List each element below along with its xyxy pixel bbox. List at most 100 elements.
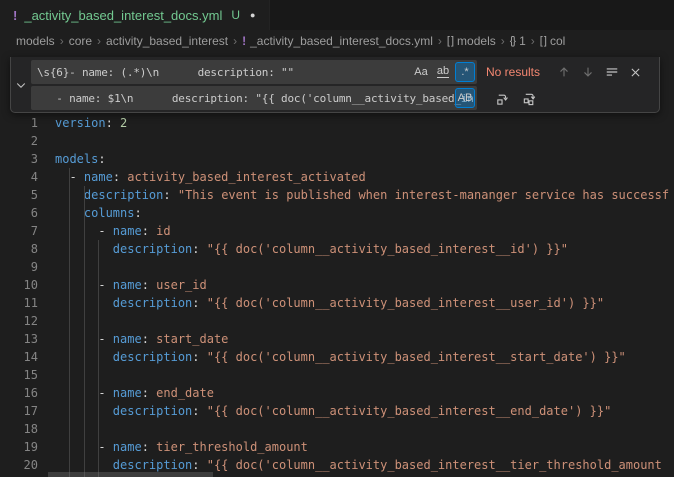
breadcrumb-item[interactable]: [ ] col	[540, 34, 566, 48]
symbol-array-icon: [ ]	[447, 35, 453, 47]
editor[interactable]: 1version: 223models:4 - name: activity_b…	[0, 52, 674, 477]
code-line[interactable]: 5 description: "This event is published …	[0, 186, 674, 204]
line-content: - name: activity_based_interest_activate…	[38, 168, 366, 186]
breadcrumb-item[interactable]: [ ] models	[447, 34, 496, 48]
whole-word-button[interactable]: ab	[433, 62, 453, 82]
line-number: 16	[0, 384, 38, 402]
tab-filename: _activity_based_interest_docs.yml	[24, 8, 222, 23]
code-line[interactable]: 15	[0, 366, 674, 384]
breadcrumb-separator: ›	[97, 34, 101, 48]
line-content: description: "This event is published wh…	[38, 186, 669, 204]
find-replace-widget: \s{6}- name: (.*)\n description: "" Aa a…	[10, 57, 660, 113]
replace-button[interactable]	[492, 88, 513, 109]
line-number: 6	[0, 204, 38, 222]
code-line[interactable]: 14 description: "{{ doc('column__activit…	[0, 348, 674, 366]
line-content	[38, 366, 55, 384]
breadcrumb-label: models	[457, 34, 496, 48]
line-content: columns:	[38, 204, 142, 222]
indent-guide	[84, 186, 85, 477]
regex-button[interactable]: .*	[455, 62, 475, 82]
line-content: description: "{{ doc('column__activity_b…	[38, 348, 626, 366]
breadcrumb-separator: ›	[501, 34, 505, 48]
line-content: - name: tier_threshold_amount	[38, 438, 308, 456]
code-line[interactable]: 17 description: "{{ doc('column__activit…	[0, 402, 674, 420]
replace-row: - name: $1\n description: "{{ doc('colum…	[31, 86, 655, 110]
next-match-button[interactable]	[577, 62, 598, 83]
breadcrumb-item[interactable]: models	[16, 34, 55, 48]
line-number: 4	[0, 168, 38, 186]
replace-input-value: - name: $1\n description: "{{ doc('colum…	[37, 92, 477, 105]
find-in-selection-button[interactable]	[601, 62, 622, 83]
line-number: 3	[0, 150, 38, 168]
breadcrumb: models › core › activity_based_interest › !_ac…	[0, 30, 674, 52]
line-content	[38, 132, 55, 150]
code-line[interactable]: 4 - name: activity_based_interest_activa…	[0, 168, 674, 186]
line-number: 18	[0, 420, 38, 438]
line-content: - name: end_date	[38, 384, 214, 402]
line-number: 11	[0, 294, 38, 312]
breadcrumb-label: col	[550, 34, 565, 48]
line-content	[38, 258, 55, 276]
line-content	[38, 312, 55, 330]
code-line[interactable]: 2	[0, 132, 674, 150]
close-button[interactable]	[625, 62, 646, 83]
modified-dot-icon[interactable]: ●	[250, 10, 255, 20]
code-line[interactable]: 3models:	[0, 150, 674, 168]
code-line[interactable]: 13 - name: start_date	[0, 330, 674, 348]
code-line[interactable]: 8 description: "{{ doc('column__activity…	[0, 240, 674, 258]
symbol-array-icon: [ ]	[540, 35, 546, 47]
code-line[interactable]: 1version: 2	[0, 114, 674, 132]
indent-guide	[98, 240, 99, 477]
line-number: 20	[0, 456, 38, 474]
code-line[interactable]: 11 description: "{{ doc('column__activit…	[0, 294, 674, 312]
arrow-down-icon	[581, 65, 595, 79]
code-area[interactable]: 1version: 223models:4 - name: activity_b…	[0, 52, 674, 474]
code-line[interactable]: 10 - name: user_id	[0, 276, 674, 294]
line-number: 19	[0, 438, 38, 456]
tab-activity-docs[interactable]: ! _activity_based_interest_docs.yml U ●	[0, 0, 270, 30]
breadcrumb-separator: ›	[60, 34, 64, 48]
breadcrumb-item[interactable]: activity_based_interest	[106, 34, 228, 48]
breadcrumb-item[interactable]: {}1	[510, 34, 526, 48]
horizontal-scrollbar[interactable]	[48, 472, 213, 477]
code-line[interactable]: 7 - name: id	[0, 222, 674, 240]
line-number: 12	[0, 312, 38, 330]
results-count: No results	[486, 65, 540, 79]
breadcrumb-label: activity_based_interest	[106, 34, 228, 48]
replace-input[interactable]: - name: $1\n description: "{{ doc('colum…	[31, 86, 477, 110]
replace-all-button[interactable]	[519, 88, 540, 109]
previous-match-button[interactable]	[553, 62, 574, 83]
line-number: 15	[0, 366, 38, 384]
breadcrumb-item[interactable]: core	[69, 34, 92, 48]
code-line[interactable]: 19 - name: tier_threshold_amount	[0, 438, 674, 456]
line-content: version: 2	[38, 114, 127, 132]
find-input-value: \s{6}- name: (.*)\n description: ""	[37, 66, 364, 79]
tab-bar: ! _activity_based_interest_docs.yml U ●	[0, 0, 674, 30]
find-input[interactable]: \s{6}- name: (.*)\n description: "" Aa a…	[31, 60, 477, 84]
line-content: description: "{{ doc('column__activity_b…	[38, 402, 611, 420]
line-content: - name: id	[38, 222, 171, 240]
close-icon	[629, 66, 642, 79]
preserve-case-button[interactable]: AB	[455, 88, 475, 108]
yaml-file-icon: !	[242, 34, 246, 48]
code-line[interactable]: 12	[0, 312, 674, 330]
code-line[interactable]: 6 columns:	[0, 204, 674, 222]
breadcrumb-label: core	[69, 34, 92, 48]
replace-all-icon	[522, 91, 537, 106]
line-number: 10	[0, 276, 38, 294]
code-line[interactable]: 18	[0, 420, 674, 438]
line-number: 2	[0, 132, 38, 150]
line-content: description: "{{ doc('column__activity_b…	[38, 240, 568, 258]
toggle-replace-button[interactable]	[11, 57, 31, 112]
line-number: 13	[0, 330, 38, 348]
breadcrumb-label: models	[16, 34, 55, 48]
find-row: \s{6}- name: (.*)\n description: "" Aa a…	[31, 60, 655, 84]
vscode-window: { "tab": { "file_icon": "!", "filename":…	[0, 0, 674, 477]
code-line[interactable]: 9	[0, 258, 674, 276]
yaml-file-icon: !	[13, 8, 17, 23]
line-number: 5	[0, 186, 38, 204]
line-number: 7	[0, 222, 38, 240]
code-line[interactable]: 16 - name: end_date	[0, 384, 674, 402]
match-case-button[interactable]: Aa	[411, 62, 431, 82]
breadcrumb-item[interactable]: !_activity_based_interest_docs.yml	[242, 34, 433, 48]
